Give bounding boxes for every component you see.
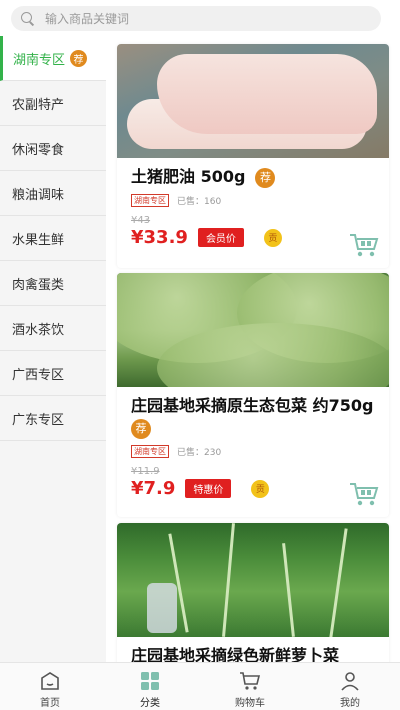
sidebar-item-label: 水果生鲜	[12, 232, 65, 248]
sidebar-item-label: 广东专区	[12, 412, 65, 428]
sidebar-item-label: 广西专区	[12, 367, 65, 383]
product-card[interactable]: 庄园基地采摘原生态包菜 约750g 荐 湖南专区 已售：230 ¥11.9 ¥7.…	[117, 273, 389, 517]
recommend-badge: 荐	[70, 49, 88, 67]
search-icon	[21, 11, 35, 26]
tab-label: 购物车	[235, 698, 265, 709]
product-title: 庄园基地采摘绿色新鲜萝卜菜	[131, 646, 340, 662]
current-price: ¥7.9	[131, 478, 176, 499]
zone-tag: 湖南专区	[131, 194, 169, 207]
original-price: ¥43	[131, 215, 151, 226]
add-to-cart-icon[interactable]	[349, 232, 379, 258]
tab-label: 首页	[40, 698, 60, 709]
cart-icon	[240, 672, 261, 690]
tribute-badge: 贡	[263, 228, 282, 247]
sidebar-item-grain-oil[interactable]: 粮油调味	[0, 171, 106, 216]
sidebar-item-label: 休闲零食	[12, 142, 65, 158]
sidebar-item-drinks[interactable]: 酒水茶饮	[0, 306, 106, 351]
special-price-tag: 特惠价	[185, 479, 232, 498]
product-meta: 湖南专区 已售：160	[131, 194, 375, 207]
product-title-text: 庄园基地采摘原生态包菜 约750g	[131, 396, 374, 415]
product-image[interactable]	[117, 273, 389, 387]
product-title-text: 土猪肥油 500g	[131, 167, 246, 186]
current-price: ¥33.9	[131, 227, 188, 248]
search-placeholder: 输入商品关键词	[45, 12, 130, 26]
product-title: 土猪肥油 500g 荐	[131, 166, 375, 188]
sidebar-item-guangxi[interactable]: 广西专区	[0, 351, 106, 396]
product-card[interactable]: 庄园基地采摘绿色新鲜萝卜菜	[117, 523, 389, 662]
sidebar-item-label: 农副特产	[12, 97, 65, 113]
home-icon	[41, 672, 59, 690]
add-to-cart-icon[interactable]	[349, 481, 379, 507]
sidebar-item-label: 粮油调味	[12, 187, 65, 203]
recommend-badge: 荐	[131, 418, 151, 439]
sold-count: 已售：230	[177, 448, 222, 458]
category-icon	[141, 672, 159, 690]
sidebar-item-label: 肉禽蛋类	[12, 277, 65, 293]
product-title: 庄园基地采摘原生态包菜 约750g 荐	[131, 395, 375, 439]
tab-profile[interactable]: 我的	[300, 663, 400, 710]
tab-home[interactable]: 首页	[0, 663, 100, 710]
tab-cart[interactable]: 购物车	[200, 663, 300, 710]
product-image[interactable]	[117, 44, 389, 158]
top-bar: 输入商品关键词	[0, 0, 400, 40]
tribute-badge: 贡	[251, 479, 270, 498]
bottom-tab-bar: 首页 分类 购物车 我的	[0, 662, 400, 710]
sidebar-item-meat-eggs[interactable]: 肉禽蛋类	[0, 261, 106, 306]
product-list: 土猪肥油 500g 荐 湖南专区 已售：160 ¥43 ¥33.9 会员价 贡	[106, 40, 400, 662]
sidebar-item-guangdong[interactable]: 广东专区	[0, 396, 106, 441]
product-meta: 湖南专区 已售：230	[131, 445, 375, 458]
tab-label: 我的	[340, 698, 360, 709]
search-input[interactable]: 输入商品关键词	[11, 6, 381, 31]
sidebar-item-fresh-fruit[interactable]: 水果生鲜	[0, 216, 106, 261]
profile-icon	[341, 672, 359, 691]
sold-count: 已售：160	[177, 197, 222, 207]
sidebar-item-label: 酒水茶饮	[12, 322, 65, 338]
price-row: ¥33.9 会员价 贡	[131, 227, 375, 248]
tab-category[interactable]: 分类	[100, 663, 200, 710]
product-image[interactable]	[117, 523, 389, 637]
sidebar-item-snacks[interactable]: 休闲零食	[0, 126, 106, 171]
sidebar-item-hunan[interactable]: 湖南专区 荐	[0, 36, 106, 81]
price-row: ¥7.9 特惠价 贡	[131, 478, 375, 499]
sidebar-item-specialty[interactable]: 农副特产	[0, 81, 106, 126]
recommend-badge: 荐	[255, 167, 276, 188]
member-price-tag: 会员价	[197, 228, 244, 247]
tab-label: 分类	[140, 698, 160, 709]
original-price: ¥11.9	[131, 466, 160, 477]
zone-tag: 湖南专区	[131, 445, 169, 458]
product-card[interactable]: 土猪肥油 500g 荐 湖南专区 已售：160 ¥43 ¥33.9 会员价 贡	[117, 44, 389, 268]
sidebar-item-label: 湖南专区	[13, 52, 66, 68]
category-sidebar: 湖南专区 荐 农副特产 休闲零食 粮油调味 水果生鲜 肉禽蛋类 酒水茶饮 广西专…	[0, 36, 106, 662]
